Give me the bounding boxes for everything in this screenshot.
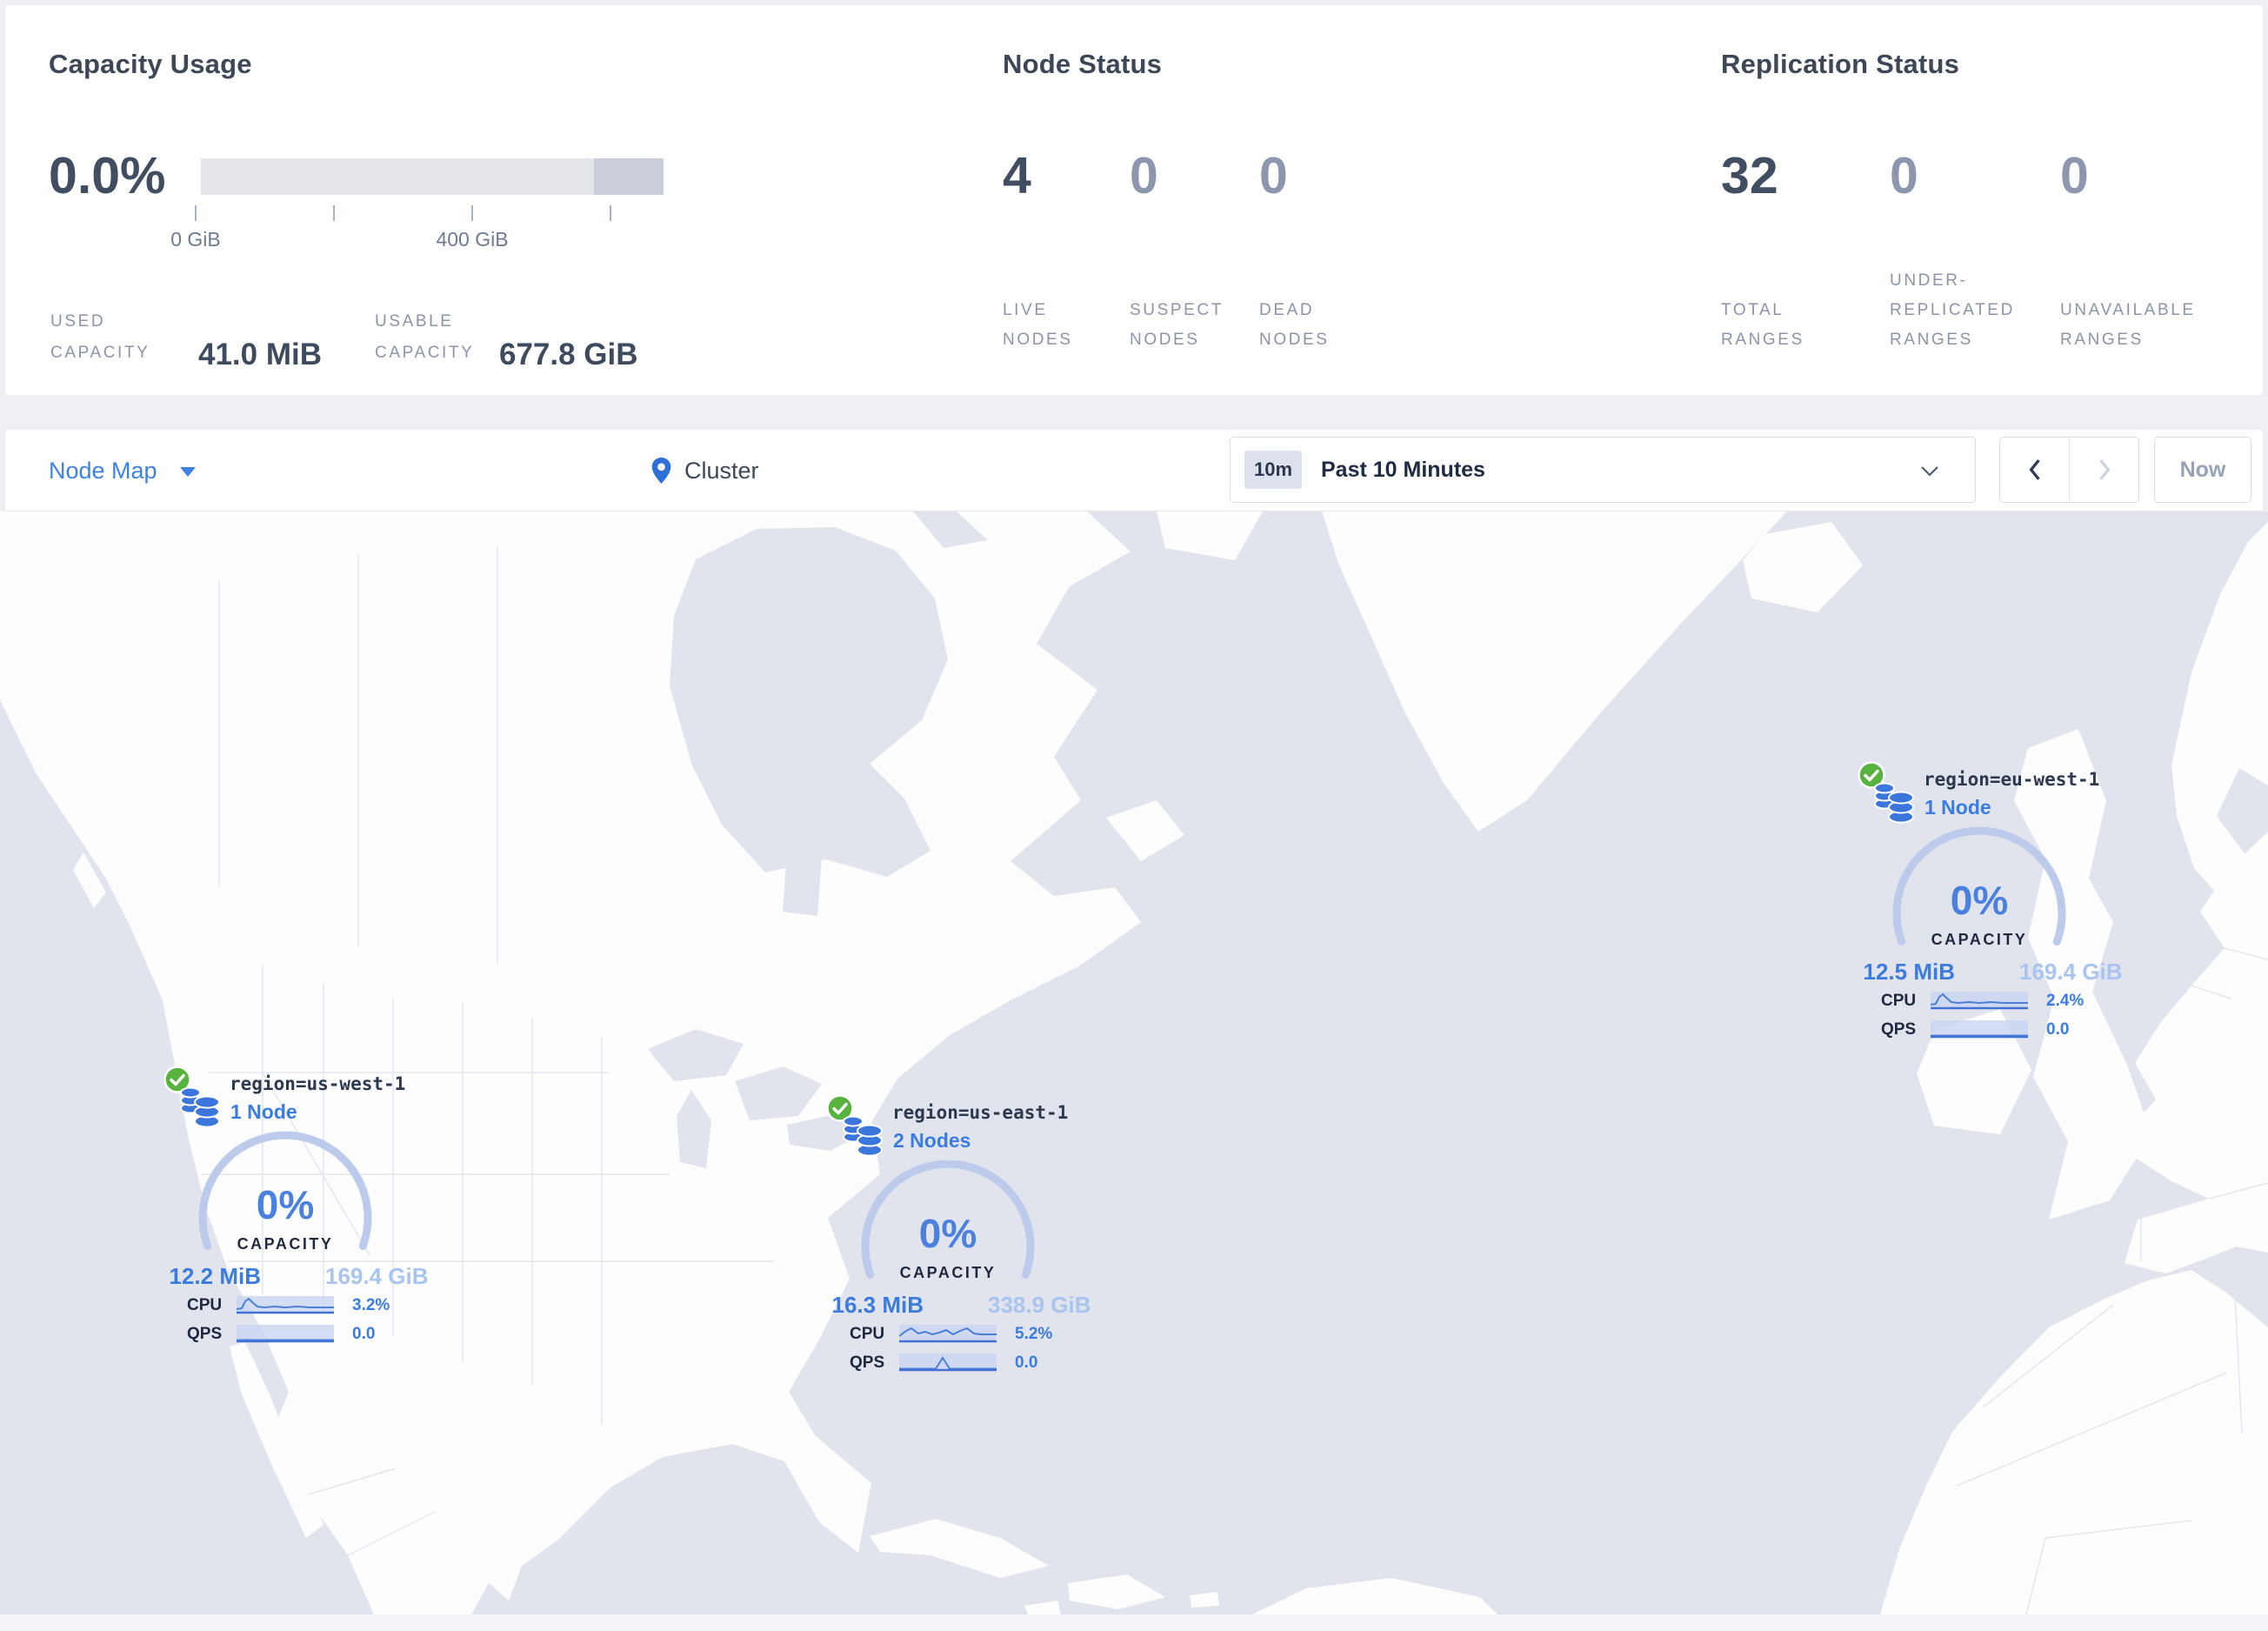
suspect-nodes-label: SUSPECT NODES	[1130, 301, 1224, 349]
region-label: region=us-west-1	[230, 1073, 406, 1094]
axis-tick	[610, 205, 611, 221]
capacity-percent: 0%	[918, 1211, 977, 1256]
axis-tick	[471, 205, 473, 221]
total-capacity: 169.4 GiB	[325, 1263, 429, 1289]
region-marker-eu-west-1[interactable]: region=eu-west-1 1 Node 0% CAPACITY 12.5…	[1849, 757, 2123, 1048]
region-label: region=us-east-1	[892, 1102, 1069, 1123]
chevron-down-icon	[1921, 466, 1938, 477]
axis-tick-label: 0 GiB	[170, 228, 221, 251]
prev-time-button[interactable]	[2000, 438, 2070, 502]
used-capacity-value: 41.0 MiB	[198, 338, 322, 371]
qps-label: QPS	[1881, 1020, 1917, 1039]
total-capacity: 338.9 GiB	[988, 1292, 1091, 1318]
capacity-usage-title: Capacity Usage	[49, 49, 252, 79]
axis-tick	[195, 205, 197, 221]
used-capacity-label: USED CAPACITY	[50, 312, 150, 362]
time-range-dropdown[interactable]: 10m Past 10 Minutes	[1230, 437, 1976, 503]
map-toolbar: Node Map Cluster 10m Past 10 Minutes Now	[5, 430, 2263, 511]
breadcrumb-label: Cluster	[684, 457, 759, 484]
database-stack-icon	[180, 1086, 220, 1128]
usable-capacity-label: USABLE CAPACITY	[375, 312, 475, 362]
capacity-bar	[201, 158, 664, 195]
cluster-summary-panel: Capacity Usage 0.0% 0 GiB 400 GiB USED C…	[5, 5, 2263, 395]
region-marker-us-east-1[interactable]: region=us-east-1 2 Nodes 0% CAPACITY 16.…	[817, 1090, 1091, 1381]
qps-value: 0.0	[2046, 1020, 2070, 1039]
replication-status-title: Replication Status	[1721, 49, 1960, 79]
database-stack-icon	[1874, 782, 1914, 824]
capacity-percent: 0.0%	[49, 147, 166, 204]
cpu-value: 2.4%	[2046, 992, 2085, 1010]
capacity-gauge-label: CAPACITY	[237, 1235, 334, 1253]
database-stack-icon	[843, 1115, 883, 1157]
page-bottom-strip	[0, 1614, 2268, 1631]
chevron-right-icon	[2098, 459, 2110, 480]
view-selector-dropdown[interactable]: Node Map	[49, 430, 196, 511]
under-replicated-label: UNDER- REPLICATED RANGES	[1890, 271, 2015, 349]
region-label: region=eu-west-1	[1924, 769, 2100, 790]
qps-label: QPS	[850, 1354, 885, 1372]
live-nodes-label: LIVE NODES	[1003, 301, 1073, 349]
view-selector-label: Node Map	[49, 457, 157, 484]
chevron-left-icon	[2029, 459, 2040, 480]
node-map-page: Capacity Usage 0.0% 0 GiB 400 GiB USED C…	[0, 0, 2268, 1631]
time-pager	[1999, 437, 2139, 503]
dead-nodes-value: 0	[1259, 147, 1288, 204]
cpu-value: 3.2%	[352, 1296, 390, 1314]
map-pin-icon	[651, 458, 671, 484]
qps-value: 0.0	[352, 1325, 376, 1343]
unavailable-ranges-label: UNAVAILABLE RANGES	[2060, 301, 2196, 349]
node-count-link[interactable]: 2 Nodes	[893, 1129, 971, 1153]
axis-tick-label: 400 GiB	[436, 228, 509, 251]
qps-sparkline	[237, 1325, 334, 1343]
now-button[interactable]: Now	[2154, 437, 2251, 503]
breadcrumb[interactable]: Cluster	[650, 430, 759, 511]
total-ranges-value: 32	[1721, 147, 1778, 204]
node-count-link[interactable]: 1 Node	[1924, 796, 1991, 819]
axis-tick	[333, 205, 335, 221]
cpu-label: CPU	[850, 1325, 885, 1343]
node-count-link[interactable]: 1 Node	[230, 1100, 297, 1124]
used-capacity: 12.2 MiB	[169, 1263, 262, 1289]
usable-capacity-value: 677.8 GiB	[499, 338, 638, 371]
time-range-badge: 10m	[1244, 451, 1302, 489]
dead-nodes-label: DEAD NODES	[1259, 301, 1330, 349]
qps-sparkline	[1931, 1020, 2028, 1039]
used-capacity: 16.3 MiB	[831, 1292, 924, 1318]
total-capacity: 169.4 GiB	[2019, 959, 2123, 985]
used-capacity: 12.5 MiB	[1863, 959, 1956, 985]
suspect-nodes-value: 0	[1130, 147, 1158, 204]
capacity-bar-reserved	[594, 158, 664, 195]
unavailable-ranges-value: 0	[2060, 147, 2089, 204]
capacity-gauge-label: CAPACITY	[899, 1264, 997, 1281]
cpu-label: CPU	[1881, 992, 1917, 1010]
capacity-gauge-label: CAPACITY	[1931, 931, 2028, 948]
node-status-title: Node Status	[1003, 49, 1163, 79]
cpu-value: 5.2%	[1015, 1325, 1053, 1343]
qps-sparkline	[899, 1354, 997, 1372]
qps-label: QPS	[187, 1325, 223, 1343]
live-nodes-value: 4	[1003, 147, 1031, 204]
cpu-sparkline	[1931, 992, 2028, 1010]
cpu-sparkline	[237, 1296, 334, 1314]
under-replicated-value: 0	[1890, 147, 1918, 204]
caret-down-icon	[179, 467, 196, 477]
region-marker-us-west-1[interactable]: region=us-west-1 1 Node 0% CAPACITY 12.2…	[155, 1061, 429, 1353]
total-ranges-label: TOTAL RANGES	[1721, 301, 1804, 349]
cpu-label: CPU	[187, 1296, 223, 1314]
next-time-button[interactable]	[2070, 438, 2138, 502]
capacity-percent: 0%	[256, 1182, 315, 1227]
time-range-label: Past 10 Minutes	[1321, 457, 1485, 482]
capacity-percent: 0%	[1950, 878, 2009, 923]
cpu-sparkline	[899, 1325, 997, 1343]
qps-value: 0.0	[1015, 1354, 1038, 1372]
